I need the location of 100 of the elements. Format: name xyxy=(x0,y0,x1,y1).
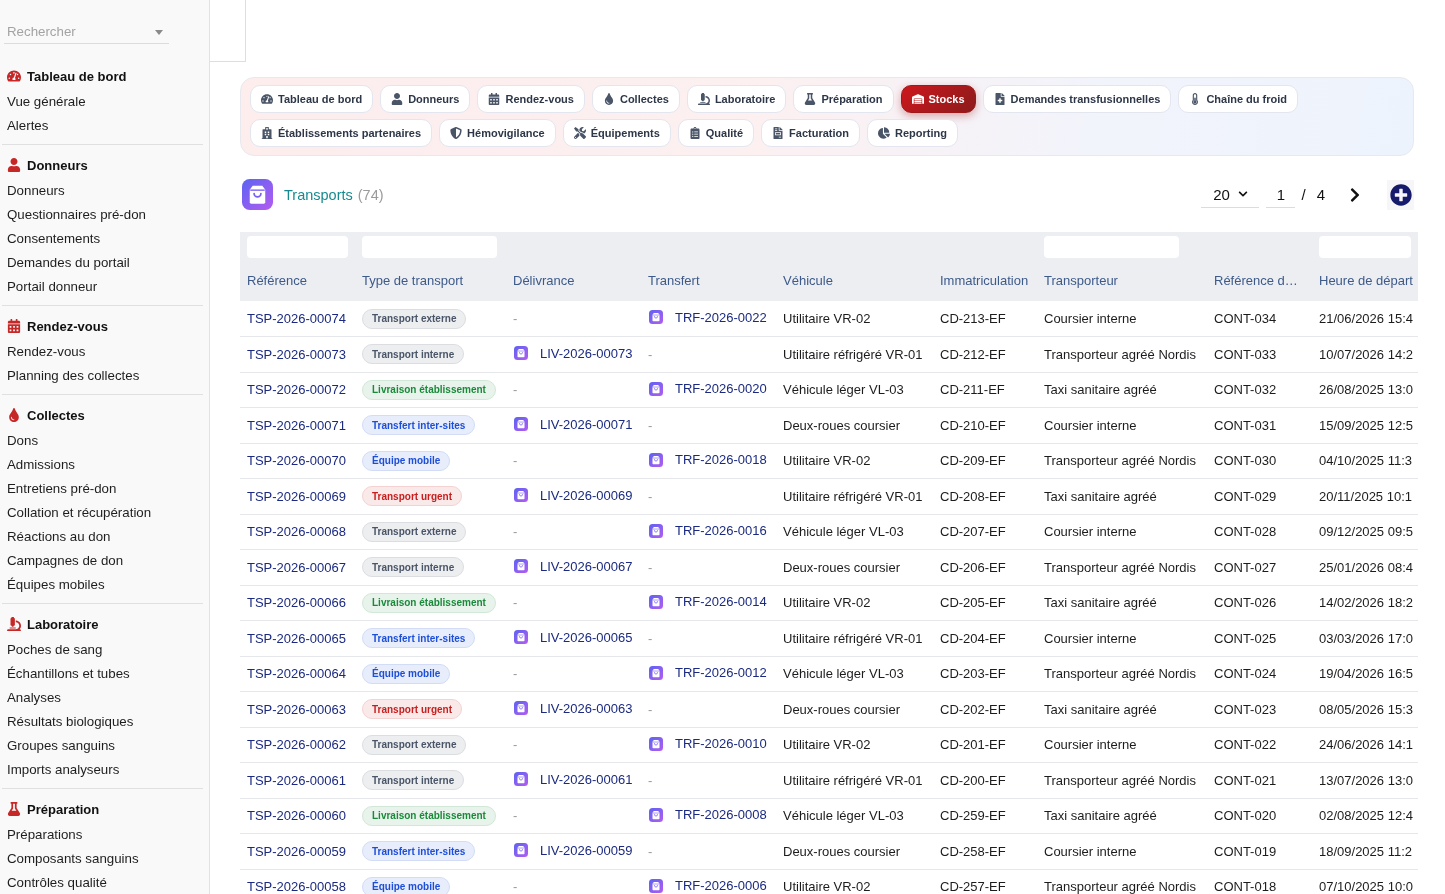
module-tab[interactable]: Facturation xyxy=(761,119,860,147)
reference-link[interactable]: TSP-2026-00074 xyxy=(247,311,346,326)
reference-link[interactable]: TSP-2026-00072 xyxy=(247,382,346,398)
delivery-link[interactable]: LIV-2026-00061 xyxy=(540,771,633,787)
module-tab[interactable]: Reporting xyxy=(867,119,958,147)
transfer-link[interactable]: TRF-2026-0016 xyxy=(675,523,767,538)
sidebar-item[interactable]: Dons xyxy=(7,432,39,449)
column-header[interactable]: Référence d… xyxy=(1214,273,1298,288)
sidebar-item[interactable]: Équipes mobiles xyxy=(7,576,105,593)
sidebar-item[interactable]: Réactions au don xyxy=(7,528,111,545)
module-tab[interactable]: Rendez-vous xyxy=(477,85,585,113)
delivery-link[interactable]: LIV-2026-00059 xyxy=(540,842,633,858)
module-tab[interactable]: Équipements xyxy=(562,119,671,147)
sidebar-item[interactable]: Questionnaires pré-don xyxy=(7,206,146,223)
reference-link[interactable]: TSP-2026-00059 xyxy=(247,843,346,859)
module-tab[interactable]: Qualité xyxy=(677,119,755,147)
sidebar-item[interactable]: Échantillons et tubes xyxy=(7,665,130,682)
sidebar-item[interactable]: Demandes du portail xyxy=(7,254,130,271)
page-field[interactable]: 1 xyxy=(1266,181,1296,208)
carrier-text: Coursier interne xyxy=(1044,524,1137,540)
reference-link[interactable]: TSP-2026-00062 xyxy=(247,737,346,753)
sidebar-item[interactable]: Entretiens pré-don xyxy=(7,480,117,497)
sidebar-item[interactable]: Imports analyseurs xyxy=(7,761,120,778)
reference-link[interactable]: TSP-2026-00063 xyxy=(247,701,346,717)
delivery-link[interactable]: LIV-2026-00067 xyxy=(540,558,633,574)
module-tab[interactable]: Stocks xyxy=(900,85,976,113)
reference-link[interactable]: TSP-2026-00068 xyxy=(247,524,346,540)
sidebar-item[interactable]: Collation et récupération xyxy=(7,504,152,521)
reference-link[interactable]: TSP-2026-00066 xyxy=(247,595,346,611)
search-field[interactable]: Rechercher xyxy=(4,20,169,44)
column-header[interactable]: Référence xyxy=(247,273,307,288)
sidebar-item[interactable]: Composants sanguins xyxy=(7,850,139,867)
reference-link[interactable]: TSP-2026-00070 xyxy=(247,453,346,469)
plate-text: CD-203-EF xyxy=(940,666,1006,682)
reference-link[interactable]: TSP-2026-00058 xyxy=(247,879,346,894)
transfer-link[interactable]: TRF-2026-0008 xyxy=(675,807,767,822)
module-tab[interactable]: Demandes transfusionnelles xyxy=(982,85,1172,113)
column-header[interactable]: Transporteur xyxy=(1044,273,1118,288)
reference-link[interactable]: TSP-2026-00064 xyxy=(247,666,346,682)
module-tab[interactable]: Tableau de bord xyxy=(250,85,374,113)
delivery-link[interactable]: LIV-2026-00071 xyxy=(540,416,633,432)
departure-time-text: 02/08/2025 12:4 xyxy=(1319,808,1413,824)
module-tab[interactable]: Collectes xyxy=(591,85,680,113)
transfer-link[interactable]: TRF-2026-0022 xyxy=(675,309,767,325)
column-header[interactable]: Véhicule xyxy=(783,273,833,288)
gauge-icon xyxy=(7,69,21,83)
transport-type-tag: Transport interne xyxy=(362,557,465,578)
add-button[interactable] xyxy=(1387,179,1414,210)
empty-value: - xyxy=(648,346,653,362)
transport-type-tag: Transport interne xyxy=(362,770,465,791)
delivery-link[interactable]: LIV-2026-00063 xyxy=(540,700,633,716)
sidebar-item[interactable]: Analyses xyxy=(7,689,61,706)
sidebar-item[interactable]: Campagnes de don xyxy=(7,552,124,569)
column-header[interactable]: Type de transport xyxy=(362,273,464,288)
sidebar-item[interactable]: Préparations xyxy=(7,826,83,843)
transport-type-tag: Équipe mobile xyxy=(362,876,451,894)
carrier-text: Coursier interne xyxy=(1044,311,1137,326)
column-header[interactable]: Délivrance xyxy=(513,273,575,288)
warehouse-icon xyxy=(911,93,924,105)
sidebar-item[interactable]: Planning des collectes xyxy=(7,367,140,384)
module-tab[interactable]: Donneurs xyxy=(380,85,471,113)
reference-link[interactable]: TSP-2026-00073 xyxy=(247,346,346,362)
column-header[interactable]: Heure de départ xyxy=(1319,273,1413,288)
sidebar-item[interactable]: Rendez-vous xyxy=(7,343,86,360)
module-tab[interactable]: Préparation xyxy=(793,85,894,113)
shopping-bag-icon xyxy=(514,701,528,715)
reference-link[interactable]: TSP-2026-00060 xyxy=(247,808,346,824)
transfer-link[interactable]: TRF-2026-0010 xyxy=(675,736,767,751)
column-header[interactable]: Immatriculation xyxy=(940,273,1029,288)
module-tab[interactable]: Hémovigilance xyxy=(439,119,556,147)
delivery-link[interactable]: LIV-2026-00069 xyxy=(540,487,633,503)
sidebar-item[interactable]: Contrôles qualité xyxy=(7,874,107,891)
page-size-select[interactable]: 20 xyxy=(1201,181,1260,208)
container-ref-text: CONT-020 xyxy=(1214,808,1277,824)
transfer-link[interactable]: TRF-2026-0020 xyxy=(675,381,767,396)
sidebar-item[interactable]: Donneurs xyxy=(7,182,65,199)
reference-link[interactable]: TSP-2026-00061 xyxy=(247,772,346,788)
module-tab[interactable]: Laboratoire xyxy=(686,85,787,113)
sidebar-item[interactable]: Résultats biologiques xyxy=(7,713,134,730)
sidebar-item[interactable]: Alertes xyxy=(7,117,49,134)
reference-link[interactable]: TSP-2026-00071 xyxy=(247,417,346,433)
carrier-text: Taxi sanitaire agréé xyxy=(1044,382,1157,398)
sidebar-item[interactable]: Groupes sanguins xyxy=(7,737,115,754)
reference-link[interactable]: TSP-2026-00065 xyxy=(247,630,346,646)
delivery-link[interactable]: LIV-2026-00065 xyxy=(540,629,633,645)
transfer-link[interactable]: TRF-2026-0014 xyxy=(675,594,767,609)
column-header[interactable]: Transfert xyxy=(648,273,700,288)
sidebar-item[interactable]: Admissions xyxy=(7,456,75,473)
sidebar-item[interactable]: Vue générale xyxy=(7,93,86,110)
transfer-link[interactable]: TRF-2026-0012 xyxy=(675,665,767,680)
delivery-link[interactable]: LIV-2026-00073 xyxy=(540,345,633,361)
sidebar-item[interactable]: Consentements xyxy=(7,230,101,247)
reference-link[interactable]: TSP-2026-00069 xyxy=(247,488,346,504)
reference-link[interactable]: TSP-2026-00067 xyxy=(247,559,346,575)
module-tab[interactable]: Établissements partenaires xyxy=(250,119,433,147)
module-tab[interactable]: Chaîne du froid xyxy=(1178,85,1299,113)
sidebar-item[interactable]: Poches de sang xyxy=(7,641,103,658)
transfer-link[interactable]: TRF-2026-0006 xyxy=(675,878,767,893)
sidebar-item[interactable]: Portail donneur xyxy=(7,278,98,295)
transfer-link[interactable]: TRF-2026-0018 xyxy=(675,452,767,467)
